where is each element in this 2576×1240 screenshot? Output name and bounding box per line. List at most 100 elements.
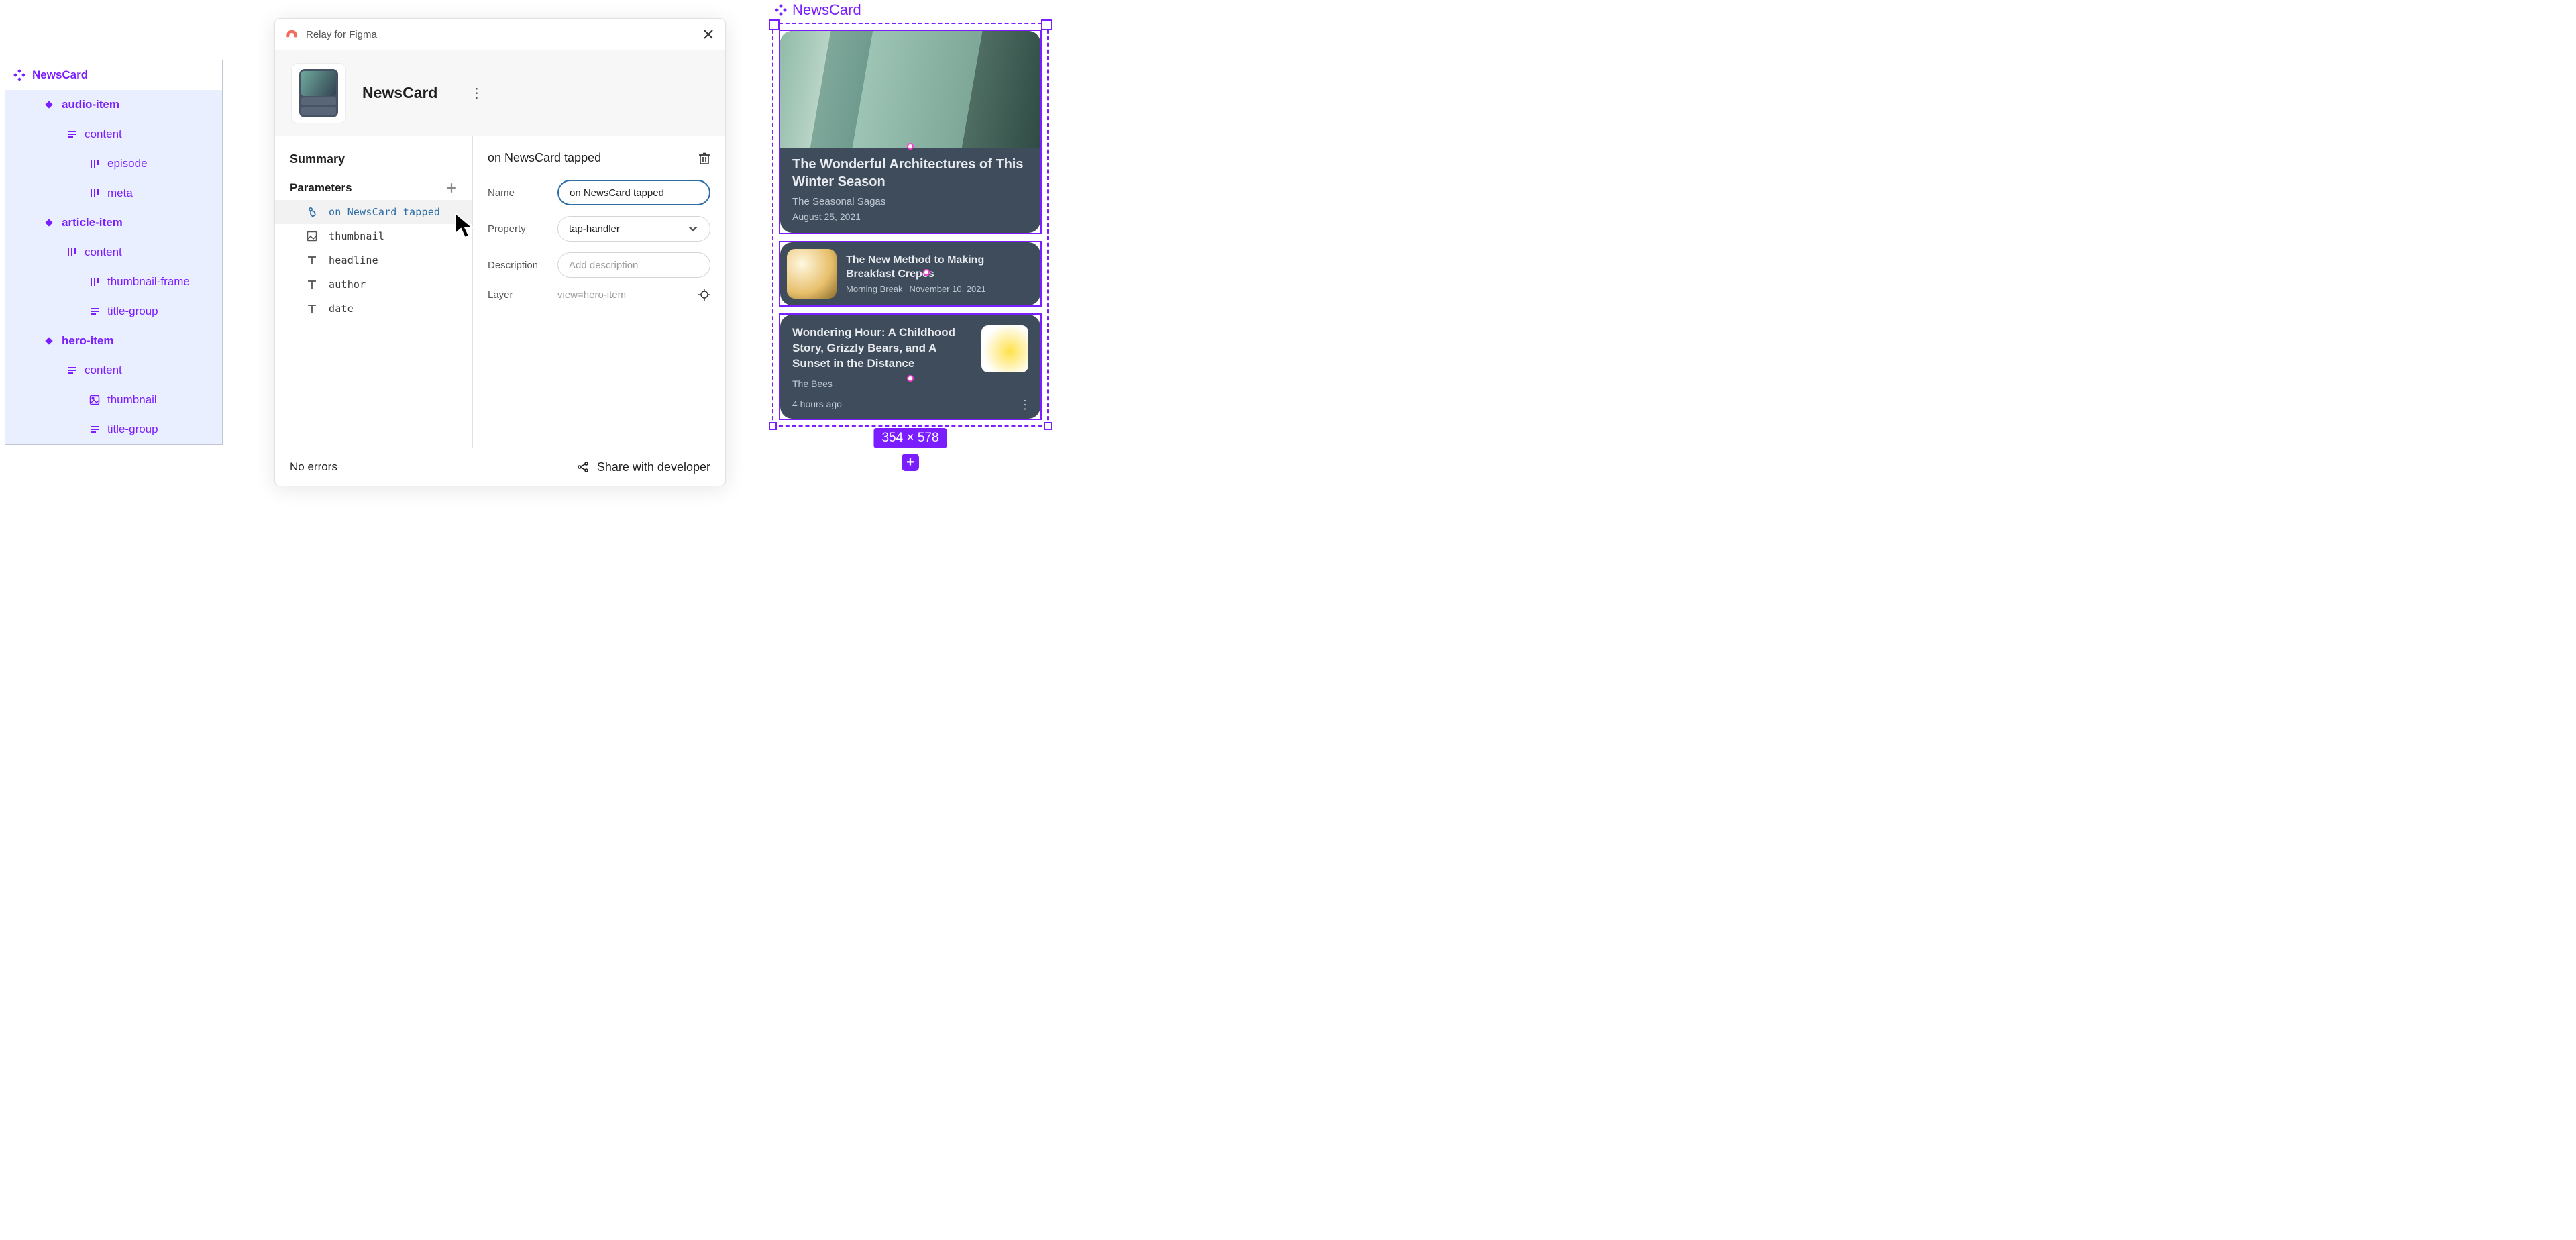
- layer-label: article-item: [62, 216, 123, 229]
- hero-card[interactable]: The Wonderful Architectures of This Wint…: [780, 31, 1040, 233]
- delete-button[interactable]: [698, 152, 710, 165]
- layer-label: audio-item: [62, 98, 119, 111]
- frame-icon: [66, 128, 78, 140]
- more-icon[interactable]: ⋮: [1019, 398, 1031, 412]
- article-thumbnail: [787, 249, 837, 299]
- selection-frame[interactable]: The Wonderful Architectures of This Wint…: [772, 23, 1049, 427]
- layer-row-root[interactable]: NewsCard: [5, 60, 222, 90]
- plugin-title: Relay for Figma: [306, 29, 377, 40]
- layer-row[interactable]: content: [5, 119, 222, 149]
- parameters-header: Parameters: [290, 181, 352, 195]
- autolayout-icon: [89, 187, 101, 199]
- component-name: NewsCard: [362, 84, 437, 102]
- layer-row[interactable]: hero-item: [5, 326, 222, 356]
- layer-label: content: [85, 127, 122, 141]
- layer-row[interactable]: title-group: [5, 297, 222, 326]
- layer-row[interactable]: title-group: [5, 415, 222, 444]
- add-variant-button[interactable]: +: [902, 454, 919, 471]
- param-label: thumbnail: [329, 230, 384, 242]
- article-date: November 10, 2021: [910, 284, 986, 294]
- field-label-layer: Layer: [488, 289, 545, 301]
- audio-headline: Wondering Hour: A Childhood Story, Grizz…: [792, 325, 973, 372]
- field-label-property: Property: [488, 223, 545, 235]
- hero-author: The Seasonal Sagas: [792, 196, 1028, 207]
- param-row[interactable]: date: [275, 297, 472, 321]
- more-menu-button[interactable]: ⋮: [470, 85, 483, 101]
- description-input[interactable]: Add description: [557, 252, 710, 278]
- canvas-component-label[interactable]: NewsCard: [775, 1, 1049, 19]
- name-input[interactable]: on NewsCard tapped: [557, 180, 710, 205]
- layer-label: thumbnail: [107, 393, 157, 407]
- image-icon: [306, 230, 318, 242]
- property-select[interactable]: tap-handler: [557, 216, 710, 242]
- audio-card[interactable]: Wondering Hour: A Childhood Story, Grizz…: [780, 315, 1040, 419]
- hero-headline: The Wonderful Architectures of This Wint…: [792, 156, 1028, 191]
- param-label: headline: [329, 254, 378, 266]
- layer-row[interactable]: article-item: [5, 208, 222, 238]
- layer-label: title-group: [107, 423, 158, 436]
- layer-value: view=hero-item: [557, 289, 626, 301]
- close-icon[interactable]: [702, 28, 714, 40]
- component-icon: [43, 217, 55, 229]
- plugin-subheader: NewsCard ⋮: [275, 50, 725, 136]
- audio-date: 4 hours ago: [792, 399, 973, 409]
- share-button[interactable]: Share with developer: [577, 460, 710, 474]
- field-label-description: Description: [488, 260, 545, 271]
- canvas-preview: NewsCard The Wonderful Architectures of …: [772, 1, 1049, 427]
- param-row-tap[interactable]: on NewsCard tapped: [275, 200, 472, 224]
- selection-size-badge: 354 × 578: [873, 428, 947, 448]
- plugin-right-column: on NewsCard tapped Name on NewsCard tapp…: [473, 136, 725, 448]
- layer-row[interactable]: thumbnail: [5, 385, 222, 415]
- tap-icon: [306, 206, 318, 218]
- component-set-icon: [13, 69, 25, 81]
- plugin-footer: No errors Share with developer: [275, 448, 725, 486]
- field-label-name: Name: [488, 187, 545, 199]
- hero-date: August 25, 2021: [792, 211, 1028, 222]
- param-row[interactable]: thumbnail: [275, 224, 472, 248]
- component-icon: [43, 99, 55, 111]
- text-icon: [306, 254, 318, 266]
- layer-row[interactable]: audio-item: [5, 90, 222, 119]
- param-row[interactable]: author: [275, 272, 472, 297]
- layer-label: thumbnail-frame: [107, 275, 190, 289]
- frame-icon: [89, 305, 101, 317]
- image-icon: [89, 394, 101, 406]
- relay-logo-icon: [286, 27, 298, 42]
- frame-icon: [89, 423, 101, 435]
- error-status: No errors: [290, 460, 337, 474]
- hero-thumbnail: [780, 31, 1040, 148]
- autolayout-icon: [66, 246, 78, 258]
- layer-label: meta: [107, 187, 133, 200]
- layer-row[interactable]: content: [5, 356, 222, 385]
- layer-label: episode: [107, 157, 148, 170]
- article-card[interactable]: The New Method to Making Breakfast Crepe…: [780, 242, 1040, 305]
- share-icon: [577, 461, 589, 473]
- detail-title: on NewsCard tapped: [488, 151, 601, 165]
- component-icon: [43, 335, 55, 347]
- layer-row[interactable]: meta: [5, 178, 222, 208]
- autolayout-icon: [89, 276, 101, 288]
- param-row[interactable]: headline: [275, 248, 472, 272]
- layer-tree: NewsCard audio-item content episode meta…: [5, 60, 223, 445]
- plugin-titlebar[interactable]: Relay for Figma: [275, 19, 725, 50]
- param-label: on NewsCard tapped: [329, 206, 440, 218]
- param-label: author: [329, 278, 366, 291]
- layer-label: hero-item: [62, 334, 113, 348]
- autolayout-icon: [89, 158, 101, 170]
- layer-row[interactable]: episode: [5, 149, 222, 178]
- target-icon[interactable]: [698, 289, 710, 301]
- param-label: date: [329, 303, 354, 315]
- component-set-icon: [775, 3, 787, 17]
- layer-row[interactable]: thumbnail-frame: [5, 267, 222, 297]
- add-parameter-button[interactable]: [445, 183, 458, 193]
- component-thumbnail: [291, 63, 346, 123]
- chevron-down-icon: [687, 224, 699, 234]
- layer-label: content: [85, 364, 122, 377]
- audio-author: The Bees: [792, 378, 973, 389]
- article-author: Morning Break: [846, 284, 903, 294]
- text-icon: [306, 278, 318, 291]
- audio-thumbnail: [981, 325, 1028, 372]
- layer-row[interactable]: content: [5, 238, 222, 267]
- layer-label: NewsCard: [32, 68, 88, 82]
- summary-header[interactable]: Summary: [290, 152, 458, 166]
